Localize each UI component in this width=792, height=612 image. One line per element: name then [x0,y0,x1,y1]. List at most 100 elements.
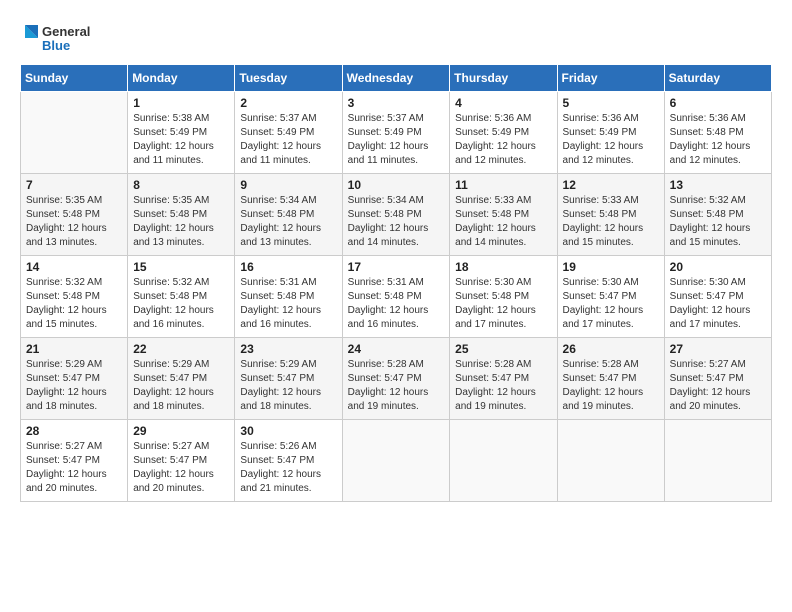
day-info: Sunrise: 5:34 AMSunset: 5:48 PMDaylight:… [348,194,445,250]
day-number: 27 [670,342,766,356]
day-info: Sunrise: 5:29 AMSunset: 5:47 PMDaylight:… [133,358,229,414]
calendar-day-cell: 7 Sunrise: 5:35 AMSunset: 5:48 PMDaylight… [21,174,128,256]
day-info: Sunrise: 5:29 AMSunset: 5:47 PMDaylight:… [240,358,336,414]
calendar-day-cell [342,420,450,502]
day-info: Sunrise: 5:32 AMSunset: 5:48 PMDaylight:… [133,276,229,332]
calendar-header-row: SundayMondayTuesdayWednesdayThursdayFrid… [21,65,772,92]
day-info: Sunrise: 5:30 AMSunset: 5:47 PMDaylight:… [670,276,766,332]
svg-text:Blue: Blue [42,38,70,53]
day-number: 14 [26,260,122,274]
calendar-week-row: 28Sunrise: 5:27 AMSunset: 5:47 PMDayligh… [21,420,772,502]
day-number: 29 [133,424,229,438]
calendar-day-cell: 17 Sunrise: 5:31 AMSunset: 5:48 PMDayligh… [342,256,450,338]
day-number: 7 [26,178,122,192]
calendar-day-cell: 10 Sunrise: 5:34 AMSunset: 5:48 PMDayligh… [342,174,450,256]
day-info: Sunrise: 5:38 AMSunset: 5:49 PMDaylight:… [133,112,229,168]
day-number: 30 [240,424,336,438]
calendar-day-cell: 26Sunrise: 5:28 AMSunset: 5:47 PMDayligh… [557,338,664,420]
day-info: Sunrise: 5:27 AMSunset: 5:47 PMDaylight:… [133,440,229,496]
day-info: Sunrise: 5:31 AMSunset: 5:48 PMDaylight:… [348,276,445,332]
calendar-day-cell: 27 Sunrise: 5:27 AMSunset: 5:47 PMDayligh… [664,338,771,420]
day-number: 5 [563,96,659,110]
calendar-day-cell: 8Sunrise: 5:35 AMSunset: 5:48 PMDaylight… [128,174,235,256]
day-info: Sunrise: 5:30 AMSunset: 5:47 PMDaylight:… [563,276,659,332]
calendar-header-monday: Monday [128,65,235,92]
day-number: 3 [348,96,445,110]
day-number: 13 [670,178,766,192]
day-number: 11 [455,178,551,192]
day-info: Sunrise: 5:36 AMSunset: 5:48 PMDaylight:… [670,112,766,168]
day-info: Sunrise: 5:30 AMSunset: 5:48 PMDaylight:… [455,276,551,332]
calendar-week-row: 21 Sunrise: 5:29 AMSunset: 5:47 PMDayligh… [21,338,772,420]
day-info: Sunrise: 5:35 AMSunset: 5:48 PMDaylight:… [26,194,122,250]
day-info: Sunrise: 5:31 AMSunset: 5:48 PMDaylight:… [240,276,336,332]
day-number: 10 [348,178,445,192]
header: GeneralBlue [20,20,772,58]
day-number: 18 [455,260,551,274]
calendar-day-cell: 24 Sunrise: 5:28 AMSunset: 5:47 PMDayligh… [342,338,450,420]
day-number: 23 [240,342,336,356]
calendar-day-cell: 28Sunrise: 5:27 AMSunset: 5:47 PMDayligh… [21,420,128,502]
calendar-day-cell: 30Sunrise: 5:26 AMSunset: 5:47 PMDayligh… [235,420,342,502]
calendar-day-cell: 25 Sunrise: 5:28 AMSunset: 5:47 PMDayligh… [450,338,557,420]
day-info: Sunrise: 5:29 AMSunset: 5:47 PMDaylight:… [26,358,122,414]
calendar-day-cell: 11 Sunrise: 5:33 AMSunset: 5:48 PMDayligh… [450,174,557,256]
day-number: 22 [133,342,229,356]
day-info: Sunrise: 5:32 AMSunset: 5:48 PMDaylight:… [670,194,766,250]
calendar-day-cell [664,420,771,502]
calendar-header-friday: Friday [557,65,664,92]
calendar-table: SundayMondayTuesdayWednesdayThursdayFrid… [20,64,772,502]
calendar-day-cell: 23 Sunrise: 5:29 AMSunset: 5:47 PMDayligh… [235,338,342,420]
logo: GeneralBlue [20,20,100,58]
svg-text:General: General [42,24,90,39]
calendar-day-cell: 15Sunrise: 5:32 AMSunset: 5:48 PMDayligh… [128,256,235,338]
day-info: Sunrise: 5:34 AMSunset: 5:48 PMDaylight:… [240,194,336,250]
day-info: Sunrise: 5:28 AMSunset: 5:47 PMDaylight:… [563,358,659,414]
day-number: 2 [240,96,336,110]
calendar-day-cell [21,92,128,174]
calendar-day-cell: 19 Sunrise: 5:30 AMSunset: 5:47 PMDayligh… [557,256,664,338]
day-info: Sunrise: 5:32 AMSunset: 5:48 PMDaylight:… [26,276,122,332]
day-info: Sunrise: 5:36 AMSunset: 5:49 PMDaylight:… [563,112,659,168]
day-number: 12 [563,178,659,192]
day-number: 21 [26,342,122,356]
day-number: 20 [670,260,766,274]
day-info: Sunrise: 5:37 AMSunset: 5:49 PMDaylight:… [240,112,336,168]
day-info: Sunrise: 5:33 AMSunset: 5:48 PMDaylight:… [563,194,659,250]
calendar-day-cell: 20 Sunrise: 5:30 AMSunset: 5:47 PMDayligh… [664,256,771,338]
calendar-week-row: 7 Sunrise: 5:35 AMSunset: 5:48 PMDaylight… [21,174,772,256]
calendar-header-thursday: Thursday [450,65,557,92]
day-info: Sunrise: 5:28 AMSunset: 5:47 PMDaylight:… [455,358,551,414]
calendar-header-wednesday: Wednesday [342,65,450,92]
day-number: 8 [133,178,229,192]
calendar-week-row: 1Sunrise: 5:38 AMSunset: 5:49 PMDaylight… [21,92,772,174]
day-number: 25 [455,342,551,356]
day-number: 24 [348,342,445,356]
calendar-day-cell [450,420,557,502]
calendar-day-cell: 29 Sunrise: 5:27 AMSunset: 5:47 PMDayligh… [128,420,235,502]
day-info: Sunrise: 5:27 AMSunset: 5:47 PMDaylight:… [670,358,766,414]
day-number: 4 [455,96,551,110]
calendar-day-cell: 13 Sunrise: 5:32 AMSunset: 5:48 PMDayligh… [664,174,771,256]
calendar-day-cell: 9 Sunrise: 5:34 AMSunset: 5:48 PMDaylight… [235,174,342,256]
day-info: Sunrise: 5:37 AMSunset: 5:49 PMDaylight:… [348,112,445,168]
calendar-week-row: 14 Sunrise: 5:32 AMSunset: 5:48 PMDayligh… [21,256,772,338]
day-info: Sunrise: 5:36 AMSunset: 5:49 PMDaylight:… [455,112,551,168]
calendar-day-cell: 6Sunrise: 5:36 AMSunset: 5:48 PMDaylight… [664,92,771,174]
logo-svg: GeneralBlue [20,20,100,58]
day-number: 9 [240,178,336,192]
day-number: 17 [348,260,445,274]
calendar-day-cell [557,420,664,502]
calendar-day-cell: 14 Sunrise: 5:32 AMSunset: 5:48 PMDayligh… [21,256,128,338]
calendar-day-cell: 5 Sunrise: 5:36 AMSunset: 5:49 PMDaylight… [557,92,664,174]
day-number: 16 [240,260,336,274]
day-info: Sunrise: 5:27 AMSunset: 5:47 PMDaylight:… [26,440,122,496]
calendar-day-cell: 22 Sunrise: 5:29 AMSunset: 5:47 PMDayligh… [128,338,235,420]
calendar-day-cell: 2 Sunrise: 5:37 AMSunset: 5:49 PMDaylight… [235,92,342,174]
day-info: Sunrise: 5:33 AMSunset: 5:48 PMDaylight:… [455,194,551,250]
day-info: Sunrise: 5:28 AMSunset: 5:47 PMDaylight:… [348,358,445,414]
page: GeneralBlue SundayMondayTuesdayWednesday… [0,0,792,612]
calendar-header-tuesday: Tuesday [235,65,342,92]
day-number: 19 [563,260,659,274]
calendar-day-cell: 4 Sunrise: 5:36 AMSunset: 5:49 PMDaylight… [450,92,557,174]
